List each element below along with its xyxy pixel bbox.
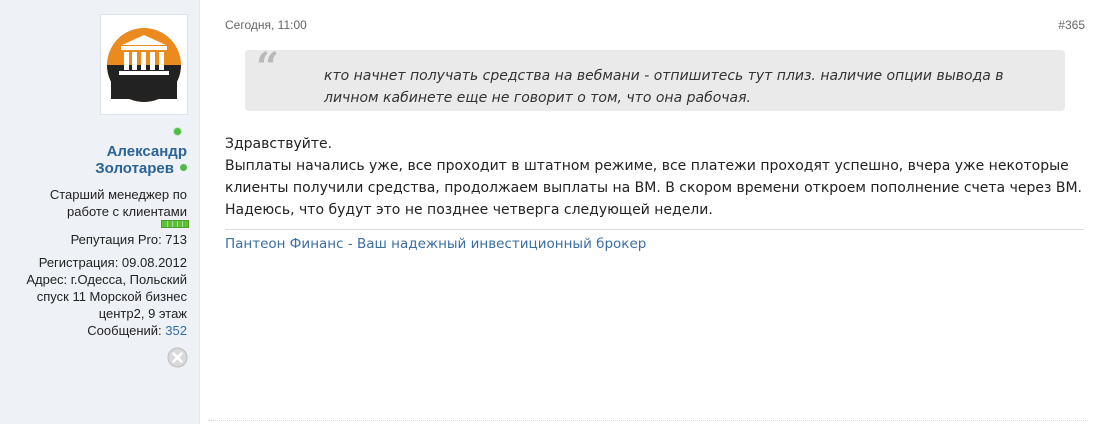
post-greeting: Здравствуйте. [225,136,333,152]
username-link[interactable]: Александр Золотарев [7,143,187,177]
post-date: Сегодня, 11:00 [225,18,307,32]
username-line-1[interactable]: Александр [7,143,187,160]
address-line-2: спуск 11 Морской бизнес [36,289,187,304]
reputation-bar [161,220,189,228]
quote-mark-icon: “ [256,44,280,91]
avatar[interactable] [100,14,188,115]
signature-link[interactable]: Пантеон Финанс - Ваш надежный инвестицио… [225,236,646,252]
reputation-text: Репутация Pro: 713 [70,232,187,247]
quote-block: “ кто начнет получать средства на вебман… [245,44,1065,111]
message-count: Сообщений: 352 [5,322,187,339]
quote-text: кто начнет получать средства на вебмани … [324,68,1004,106]
user-title-line-2: работе с клиентами [67,204,187,219]
message-count-link[interactable]: 352 [165,323,187,338]
user-sidebar: Александр Золотарев Старший менеджер по … [0,0,200,424]
signature-divider [225,229,1084,230]
user-info: Регистрация: 09.08.2012 Адрес: г.Одесса,… [5,254,187,339]
online-indicator-icon [180,164,187,171]
online-status-icon [174,128,181,135]
address-line-1: Адрес: г.Одесса, Польский [26,272,187,287]
registration-date: Регистрация: 09.08.2012 [38,255,187,270]
user-title: Старший менеджер по работе с клиентами [5,186,187,220]
post-text: Выплаты начались уже, все проходит в шта… [225,158,1083,218]
post-content: Сегодня, 11:00 #365 “ кто начнет получат… [200,0,1094,424]
offline-status-icon [167,347,188,368]
username-line-2-text[interactable]: Золотарев [95,160,174,177]
post-number-link[interactable]: #365 [1058,18,1085,32]
username-line-2[interactable]: Золотарев [7,160,187,177]
pantheon-building-logo-icon [107,28,181,102]
post-body: Здравствуйте. Выплаты начались уже, все … [225,133,1094,221]
post-bottom-divider [208,420,1088,422]
user-title-line-1: Старший менеджер по [49,187,187,202]
address-line-3: центр2, 9 этаж [98,306,187,321]
message-count-label: Сообщений: [87,323,162,338]
